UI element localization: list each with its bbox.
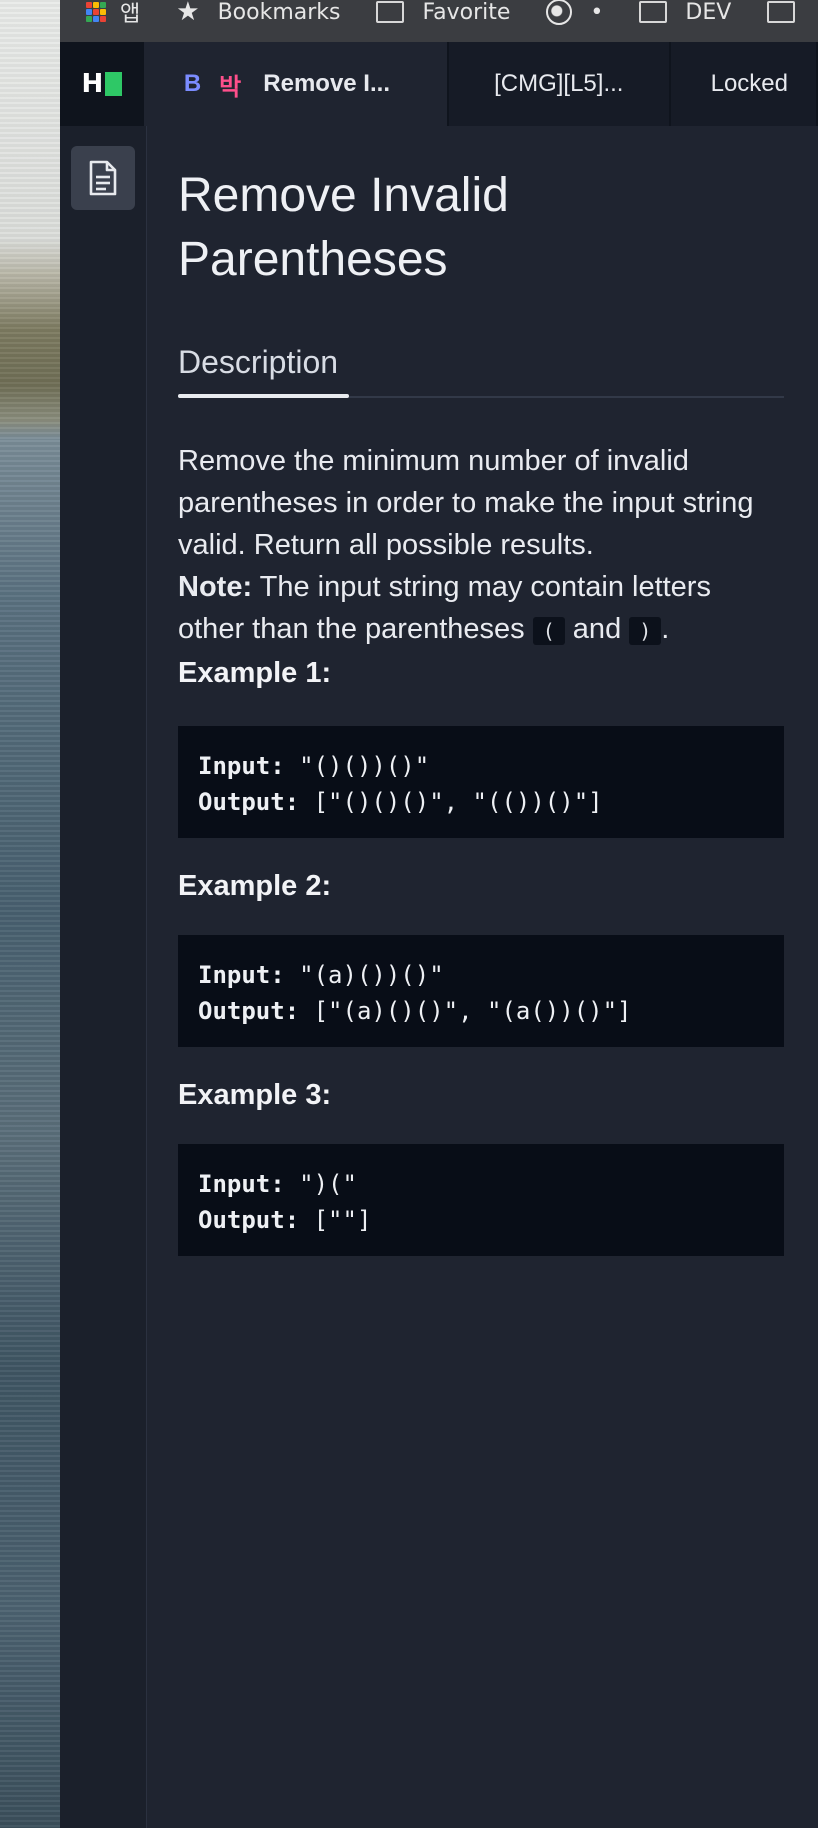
problem-content: Remove Invalid Parentheses Description R… [178, 126, 784, 1256]
example-2-code: Input: "(a)())()" Output: ["(a)()()", "(… [178, 935, 784, 1047]
bookmark-dev[interactable]: DEV [639, 0, 731, 25]
star-icon: ★ [176, 0, 200, 27]
tab-prefix-k: 박 [219, 73, 242, 101]
bookmark-favorite[interactable]: Favorite [376, 0, 510, 25]
example-3-code: Input: ")(" Output: [""] [178, 1144, 784, 1256]
folder-icon [767, 1, 796, 23]
output-value: [""] [299, 1206, 372, 1234]
logo-cell[interactable]: H [60, 42, 144, 126]
bookmark-globe[interactable]: • [546, 0, 603, 25]
note-label: Note: [178, 571, 253, 603]
apps-grid-icon [86, 2, 106, 22]
bookmark-label: • [590, 0, 604, 25]
example-3-heading: Example 3: [178, 1079, 332, 1111]
output-label: Output: [198, 1206, 300, 1234]
bookmark-label: 앱 [120, 2, 141, 27]
bookmark-apps[interactable]: 앱 [86, 0, 140, 28]
inline-code-close-paren: ) [629, 617, 662, 645]
note-text-c: . [661, 613, 670, 645]
tab-locked[interactable]: Locked [671, 42, 818, 126]
tab-bar: H B 박 Remove I... [CMG][L5]... Locked [60, 42, 818, 126]
input-value: "()())()" [284, 752, 430, 780]
note-line: Note: The input string may contain lette… [178, 566, 784, 652]
sidebar [60, 126, 147, 1828]
description-text: Remove the minimum number of invalid par… [178, 445, 754, 561]
output-label: Output: [198, 788, 300, 816]
input-label: Input: [198, 1170, 285, 1198]
input-value: "(a)())()" [284, 961, 444, 989]
tab-cmg[interactable]: [CMG][L5]... [449, 42, 671, 126]
tab-remove-invalid[interactable]: B 박 Remove I... [143, 42, 449, 126]
bookmark-more[interactable] [767, 1, 813, 23]
example-1-heading: Example 1: [178, 657, 332, 689]
input-label: Input: [198, 961, 285, 989]
bookmark-label: Bookmarks [217, 0, 341, 25]
output-value: ["()()()", "(())()"] [299, 788, 603, 816]
folder-icon [639, 1, 668, 23]
example-1-code: Input: "()())()" Output: ["()()()", "(()… [178, 726, 784, 838]
bookmarks-bar: 앱 ★ Bookmarks Favorite • DEV [60, 0, 818, 42]
description-panel-button[interactable] [71, 146, 135, 210]
example-2-heading: Example 2: [178, 870, 332, 902]
output-value: ["(a)()()", "(a())()"] [299, 997, 632, 1025]
app-window: H B 박 Remove I... [CMG][L5]... Locked Re… [60, 42, 818, 1828]
folder-icon [376, 1, 405, 23]
problem-description: Remove the minimum number of invalid par… [178, 440, 784, 694]
logo-letter: H [81, 69, 104, 99]
tab-label: Remove I... [263, 70, 390, 97]
desktop-wallpaper [0, 0, 60, 1828]
output-label: Output: [198, 997, 300, 1025]
inline-code-open-paren: ( [532, 617, 565, 645]
bookmark-label: DEV [685, 0, 732, 25]
bookmark-bookmarks[interactable]: ★ Bookmarks [176, 0, 340, 27]
tab-description[interactable]: Description [178, 344, 338, 395]
problem-tabs: Description [178, 338, 784, 398]
logo-block-icon [105, 72, 123, 96]
globe-icon [546, 0, 573, 25]
bookmark-label: Favorite [422, 0, 511, 25]
problem-title: Remove Invalid Parentheses [178, 169, 509, 286]
app-logo: H [82, 69, 123, 99]
active-tab-underline [178, 394, 349, 398]
input-label: Input: [198, 752, 285, 780]
note-text-b: and [564, 613, 630, 645]
tab-label: [CMG][L5]... [494, 70, 624, 97]
input-value: ")(" [284, 1170, 357, 1198]
tab-prefix-b: B [183, 70, 202, 97]
tab-label: Locked [710, 70, 788, 97]
document-icon [89, 160, 117, 196]
